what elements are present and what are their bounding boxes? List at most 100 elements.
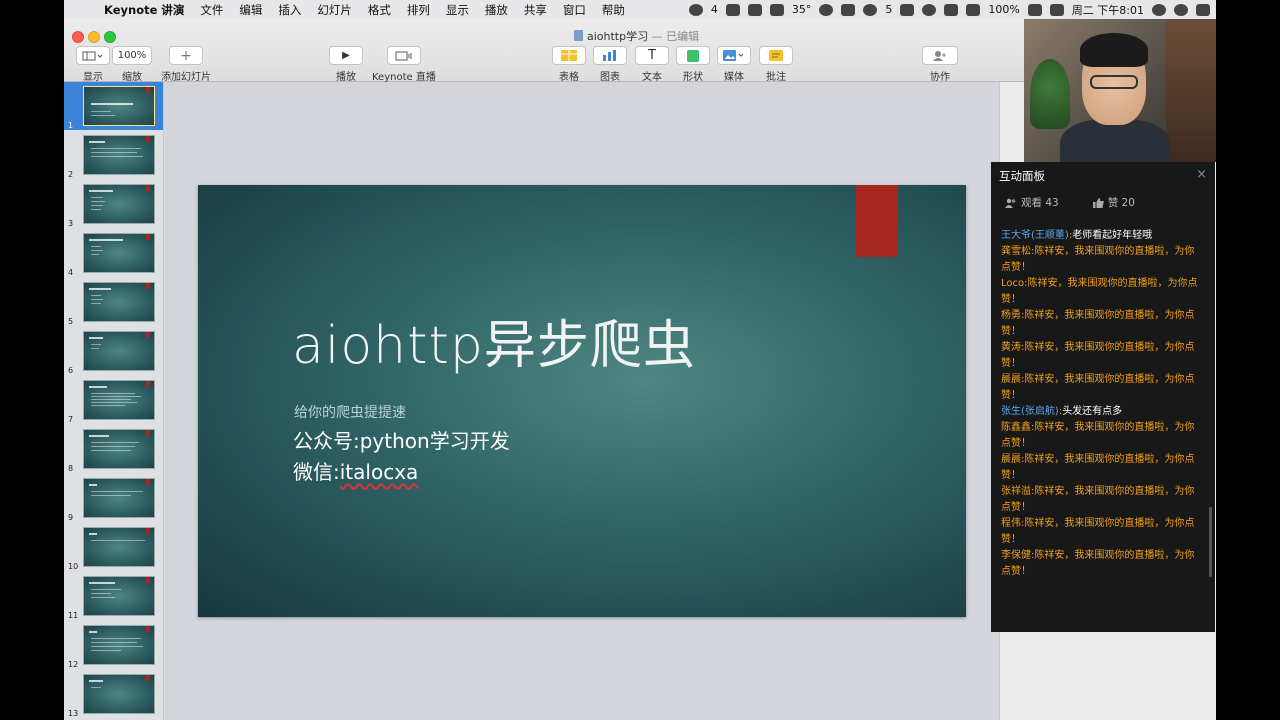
collaborate-button[interactable]: 协作 [922,46,958,83]
comment-button[interactable]: 批注 [759,46,793,83]
chat-nick[interactable]: 程伟 [1001,518,1021,529]
slide-number: 8 [68,464,74,473]
chat-nick[interactable]: 杨勇 [1001,310,1021,321]
menu-window[interactable]: 窗口 [555,2,594,18]
vpn-icon[interactable] [819,3,834,16]
menu-play[interactable]: 播放 [477,2,516,18]
temperature-icon[interactable] [769,3,784,16]
wifi-icon[interactable] [944,3,959,16]
zoom-select[interactable]: 100% 缩放 [112,46,152,83]
slide-thumbnail-13[interactable]: 13 [64,670,163,718]
siri-icon[interactable] [1174,3,1188,16]
slide-preview [83,625,155,665]
like-count-text: 赞 20 [1107,197,1135,209]
chat-nick[interactable]: 张祥溢 [1001,486,1031,497]
menu-app[interactable]: Keynote 讲演 [96,2,192,18]
cloud-icon[interactable] [900,3,915,16]
chat-nick[interactable]: 龚雪松 [1001,246,1031,257]
slide-thumbnail-9[interactable]: 9 [64,474,163,522]
chat-nick[interactable]: 王大爷(王顺董) [1001,230,1069,241]
fullscreen-window-button[interactable] [104,31,116,43]
menu-slide[interactable]: 幻灯片 [309,2,360,18]
table-button[interactable]: 表格 [552,46,586,83]
text-icon: T [635,46,669,65]
slide-preview [83,478,155,518]
close-icon[interactable]: × [1196,167,1207,182]
chat-message: 张祥溢:陈祥安，我来围观你的直播啦，为你点赞！ [1001,484,1201,516]
play-button[interactable]: ▶ 播放 [329,46,363,83]
clock[interactable]: 周二 下午8:01 [1072,2,1144,18]
slide-number: 2 [68,170,74,179]
bookshelf [1166,19,1216,162]
current-slide[interactable]: aiohttp异步爬虫 给你的爬虫提提速 公众号:python学习开发 微信:i… [198,185,966,617]
notification-center-icon[interactable] [1196,3,1210,16]
shape-button[interactable]: 形状 [676,46,710,83]
slide-number: 3 [68,219,74,228]
red-accent-bar[interactable] [856,185,898,257]
slide-thumbnail-4[interactable]: 4 [64,229,163,277]
slide-wechat-account[interactable]: 公众号:python学习开发 [293,425,510,454]
slide-thumbnail-2[interactable]: 2 [64,131,163,179]
chat-message: 龚雪松:陈祥安，我来围观你的直播啦，为你点赞！ [1001,244,1201,276]
chat-nick[interactable]: 黄涛 [1001,342,1021,353]
menu-format[interactable]: 格式 [360,2,399,18]
comment-icon [759,46,793,65]
slide-thumbnail-5[interactable]: 5 [64,278,163,326]
chat-nick[interactable]: 晨晨 [1001,374,1021,385]
close-window-button[interactable] [72,31,84,43]
slide-thumbnail-10[interactable]: 10 [64,523,163,571]
menu-edit[interactable]: 编辑 [231,2,270,18]
badge5-icon[interactable] [863,3,878,16]
slide-wechat-id[interactable]: 微信:italocxa [293,456,418,485]
chat-scrollbar[interactable] [1209,507,1212,577]
time-machine-icon[interactable] [922,3,937,16]
chart-icon [593,46,627,65]
like-count[interactable]: 赞 20 [1092,195,1135,210]
input-method-icon[interactable] [1049,3,1064,16]
text-button[interactable]: T 文本 [635,46,669,83]
note-icon[interactable] [747,3,762,16]
plant [1030,59,1070,129]
slide-thumbnail-8[interactable]: 8 [64,425,163,473]
minimize-window-button[interactable] [88,31,100,43]
volume-icon[interactable] [966,3,981,16]
slide-thumbnail-3[interactable]: 3 [64,180,163,228]
chat-nick[interactable]: 张生(张启航) [1001,406,1059,417]
shape-icon [676,46,710,65]
slide-thumbnail-11[interactable]: 11 [64,572,163,620]
chat-message: 晨晨:陈祥安，我来围观你的直播啦，为你点赞！ [1001,452,1201,484]
search-icon[interactable] [1152,3,1166,16]
view-button[interactable]: 显示 [76,46,110,83]
menu-bar: Keynote 讲演 文件 编辑 插入 幻灯片 格式 排列 显示 播放 共享 窗… [64,0,1216,19]
slide-thumbnail-12[interactable]: 12 [64,621,163,669]
media-button[interactable]: 媒体 [717,46,751,83]
menu-insert[interactable]: 插入 [270,2,309,18]
keynote-live-button[interactable]: Keynote 直播 [372,46,436,83]
text-label: 文本 [642,72,662,83]
menu-file[interactable]: 文件 [192,2,231,18]
menu-view[interactable]: 显示 [438,2,477,18]
chat-nick[interactable]: 晨晨 [1001,454,1021,465]
chart-button[interactable]: 图表 [593,46,627,83]
table-icon [552,46,586,65]
slide-canvas[interactable]: aiohttp异步爬虫 给你的爬虫提提速 公众号:python学习开发 微信:i… [165,82,999,720]
slide-thumbnail-1[interactable]: 1 [64,82,163,130]
slide-number: 11 [68,611,79,620]
screenshot-icon[interactable] [725,3,740,16]
slide-subtitle[interactable]: 给你的爬虫提提速 [294,402,406,422]
slide-title[interactable]: aiohttp异步爬虫 [292,303,696,378]
slide-thumbnail-7[interactable]: 7 [64,376,163,424]
dropbox-icon[interactable] [841,3,856,16]
slide-number: 9 [68,513,74,522]
add-slide-button[interactable]: + 添加幻灯片 [161,46,211,83]
chat-nick[interactable]: Loco [1001,278,1024,289]
chat-nick[interactable]: 陈鑫鑫 [1001,422,1031,433]
chat-nick[interactable]: 李保健 [1001,550,1031,561]
menu-help[interactable]: 帮助 [594,2,633,18]
slide-thumbnail-6[interactable]: 6 [64,327,163,375]
menu-arrange[interactable]: 排列 [399,2,438,18]
battery-icon[interactable] [1027,3,1042,16]
menu-share[interactable]: 共享 [516,2,555,18]
wechat-icon[interactable] [688,3,703,16]
interaction-panel: 互动面板 × 观看 43 赞 20 王大爷(王顺董):老师看起好年轻哦 龚雪松:… [991,162,1215,632]
